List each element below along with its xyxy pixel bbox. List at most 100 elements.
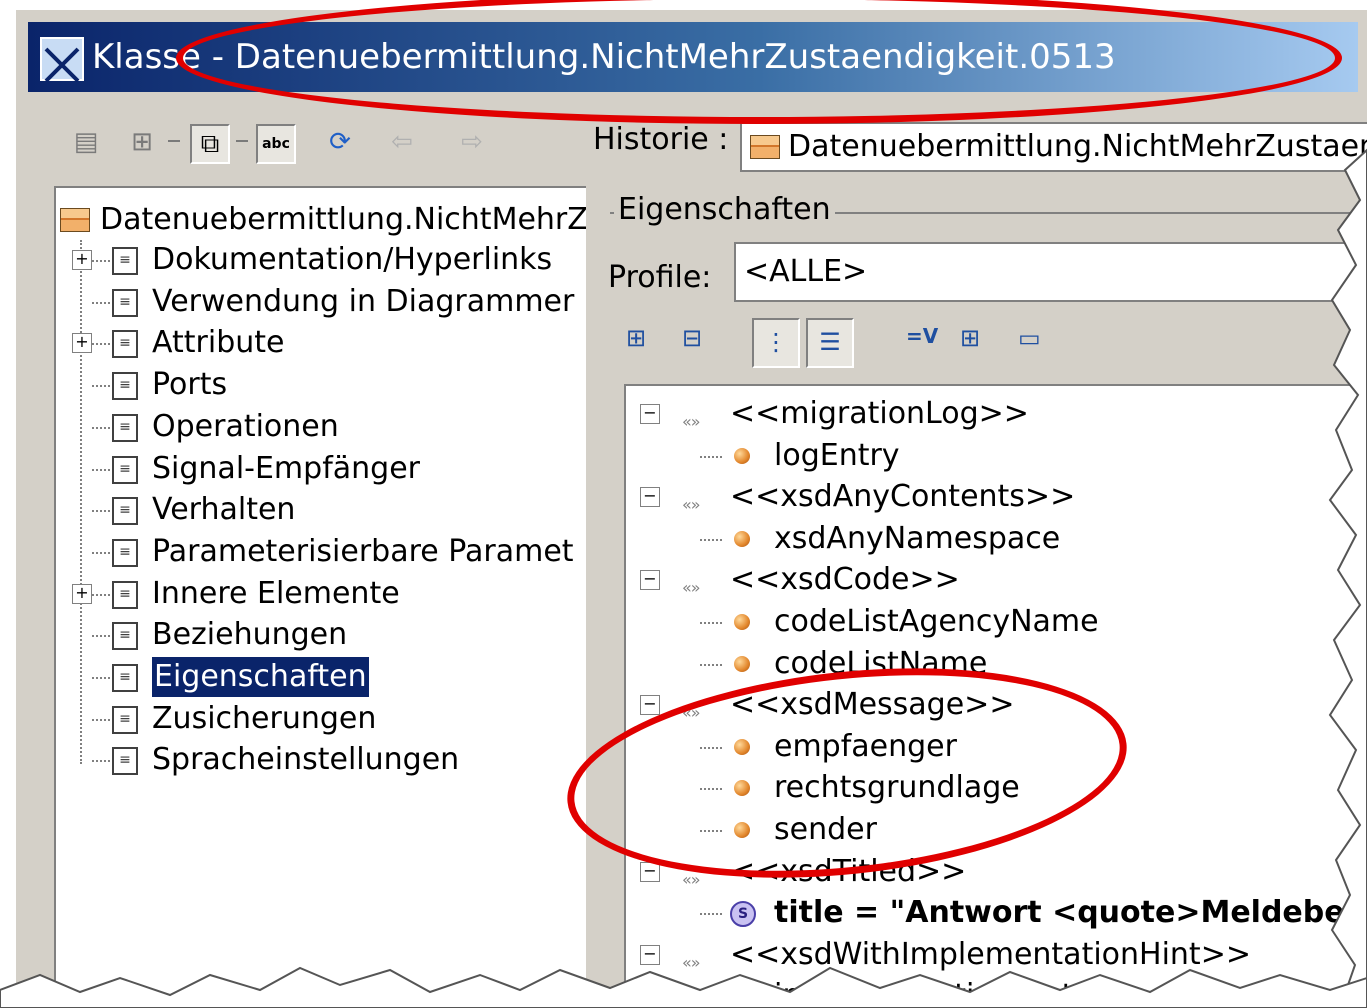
page-icon: ≡ [112,497,138,526]
attribute-icon [734,822,750,838]
profile-value: <ALLE> [744,254,868,289]
profile-dropdown[interactable]: <ALLE> [734,242,1367,302]
page-icon: ≡ [112,413,138,442]
tree-item-label: Eigenschaften [152,657,369,697]
collapse-icon[interactable]: − [640,487,660,508]
tree-item-label: Verhalten [152,492,296,528]
tree-item[interactable]: ≡ Beziehungen [56,615,586,655]
attribute-icon [734,780,750,797]
property-row[interactable]: implementationHint [626,976,1367,1008]
tree-item[interactable]: ≡ Operationen [56,407,586,447]
expand-all-icon[interactable]: ⊞ [626,324,646,352]
property-label: codeListAgencyName [774,604,1099,639]
navigation-tree: Datenuebermittlung.NichtMehrZ + ≡ Dokument… [54,186,586,1008]
collapse-icon[interactable]: − [640,861,660,882]
property-row[interactable]: xsdAnyNamespace [626,519,1367,559]
field-icon[interactable]: ▭ [1018,324,1041,352]
property-tree: − «» <<migrationLog>> logEntry − «» <<xsdAnyCo… [624,384,1367,1008]
main-toolbar: ▤ ⊞ ⧉ abc ⟳ ⇦ ⇨ Historie : Datenuebermit… [28,102,1367,186]
stereotype-row[interactable]: − «» <<xsdAnyContents>> [626,477,1367,517]
history-value: Datenuebermittlung.NichtMehrZustaend. [788,129,1367,164]
tree-item[interactable]: ≡ Verwendung in Diagrammer [56,282,586,322]
tree-item-label: Verwendung in Diagrammer [152,283,575,319]
stereotype-row[interactable]: − «» <<migrationLog>> [626,394,1367,434]
attribute-icon [734,447,750,464]
collapse-icon[interactable]: − [640,404,660,424]
page-icon: ≡ [112,455,138,484]
tree-item[interactable]: ≡ Ports [56,365,586,405]
expand-icon[interactable]: + [72,583,92,604]
tree-item[interactable]: ≡ Zusicherungen [56,699,586,739]
property-label: empfaenger [774,728,957,764]
title-bar[interactable]: Klasse - Datenuebermittlung.NichtMehrZus… [28,22,1358,92]
tree-item-label: Innere Elemente [152,575,400,611]
back-arrow-icon[interactable]: ⇦ [384,124,420,160]
expand-icon[interactable]: + [72,333,92,354]
property-row[interactable]: Stitle = "Antwort <quote>Meldebeh [626,893,1367,933]
app-icon [40,37,84,83]
refresh-icon[interactable]: ⟳ [322,124,358,160]
tree-item-label: Ports [152,367,228,403]
history-label: Historie : [593,122,729,157]
stereotype-label: <<xsdAnyContents>> [730,479,1076,515]
tree-item[interactable]: ≡ Eigenschaften [56,657,586,697]
property-label: rechtsgrundlage [774,770,1020,806]
tree-item[interactable]: ≡ Spracheinstellungen [56,740,586,780]
tree-item[interactable]: ≡ Verhalten [56,490,586,530]
tree-item[interactable]: + ≡ Dokumentation/Hyperlinks [56,240,586,280]
forward-arrow-icon[interactable]: ⇨ [454,124,490,160]
collapse-icon[interactable]: − [640,944,660,965]
tree-item[interactable]: + ≡ Innere Elemente [56,574,586,614]
page-icon: ≡ [112,747,138,776]
stereotype-row[interactable]: − «» <<xsdCode>> [626,560,1367,600]
property-row[interactable]: codeListName [626,644,1367,684]
property-row[interactable]: logEntry [626,436,1367,476]
spellcheck-icon[interactable]: abc [256,124,296,164]
window-icon[interactable]: ⧉ [190,124,230,164]
page-icon: ≡ [112,372,138,401]
list-view-icon[interactable]: ▤ [68,124,104,160]
properties-toolbar: ⊞ ⊟ ⋮ ☰ =V ⊞ ▭ [626,316,1366,368]
tree-item-label: Operationen [152,408,339,444]
stereotype-row[interactable]: − «» <<xsdTitled>> [626,852,1367,892]
tree-item[interactable]: ≡ Signal-Empfänger [56,449,586,489]
class-icon [60,208,90,232]
tree-item[interactable]: + ≡ Attribute [56,323,586,363]
history-dropdown[interactable]: Datenuebermittlung.NichtMehrZustaend. [740,122,1367,172]
group-label: Eigenschaften [614,192,835,227]
stereotype-row[interactable]: − «» <<xsdMessage>> [626,685,1367,725]
stereotype-label: <<xsdMessage>> [730,687,1015,723]
property-row[interactable]: rechtsgrundlage [626,768,1367,808]
equals-value-icon[interactable]: =V [906,324,938,348]
tree-item-label: Dokumentation/Hyperlinks [152,242,553,277]
tree-view-icon[interactable]: ⊞ [124,124,160,160]
tree-root-label: Datenuebermittlung.NichtMehrZ [100,202,586,237]
window-title: Klasse - Datenuebermittlung.NichtMehrZus… [92,37,1116,77]
properties-panel: Eigenschaften Profile: <ALLE> ⊞ ⊟ ⋮ ☰ =V… [596,186,1367,1008]
tree-mode-icon[interactable]: ☰ [806,318,854,368]
stereotype-row[interactable]: − «» <<xsdWithImplementationHint>> [626,935,1367,975]
class-window: Klasse - Datenuebermittlung.NichtMehrZus… [14,10,1367,1008]
attribute-icon [734,655,750,672]
property-row[interactable]: empfaenger [626,727,1367,767]
tree-root[interactable]: Datenuebermittlung.NichtMehrZ [60,200,586,240]
property-row[interactable]: codeListAgencyName [626,602,1367,642]
property-row[interactable]: sender [626,810,1367,850]
property-label: codeListName [774,645,988,681]
stereotype-label: <<migrationLog>> [730,396,1029,431]
grid-icon[interactable]: ⊞ [960,324,980,352]
collapse-icon[interactable]: − [640,695,660,716]
show-inherited-icon[interactable]: ⋮ [752,318,800,368]
page-icon: ≡ [112,538,138,567]
expand-icon[interactable]: + [72,250,92,270]
property-label: sender [774,812,877,847]
tree-item[interactable]: ≡ Parameterisierbare Paramet [56,532,586,572]
page-icon: ≡ [112,247,138,275]
collapse-all-icon[interactable]: ⊟ [682,324,702,352]
tree-item-label: Signal-Empfänger [152,450,420,486]
collapse-icon[interactable]: − [640,570,660,591]
tree-item-label: Spracheinstellungen [152,742,460,778]
page-icon: ≡ [112,580,138,609]
stereotype-label: <<xsdWithImplementationHint>> [730,936,1251,972]
class-icon [750,135,780,159]
